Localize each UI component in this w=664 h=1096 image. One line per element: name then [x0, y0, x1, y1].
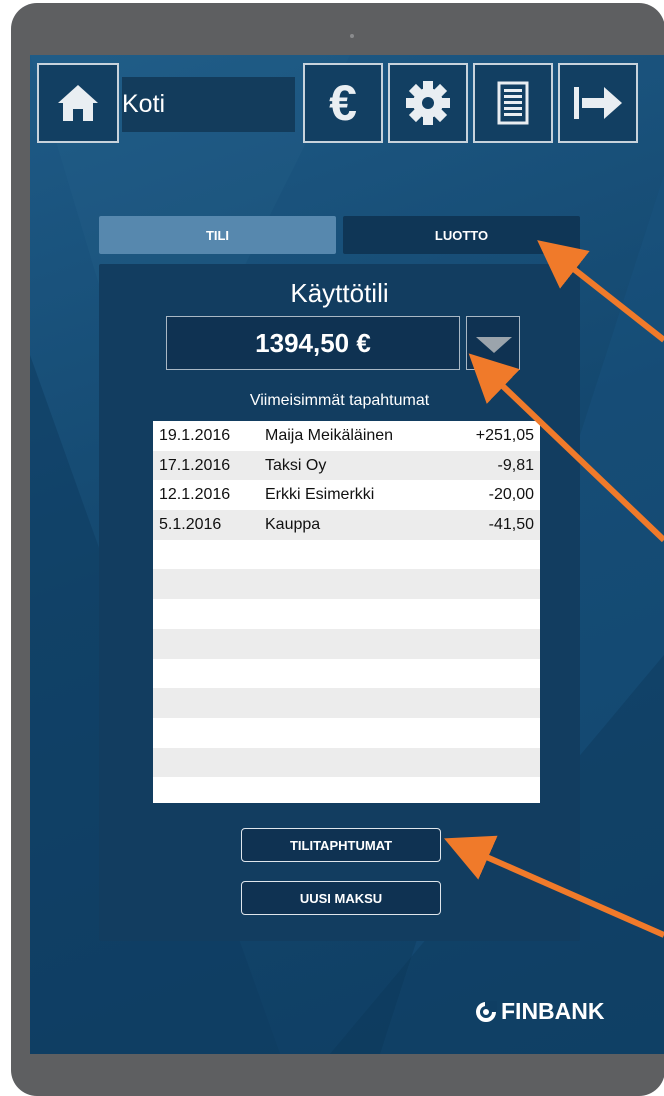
finance-button[interactable]: € — [303, 63, 383, 143]
table-row[interactable]: 5.1.2016 Kauppa -41,50 — [153, 510, 540, 540]
brand-name: FINBANK — [501, 998, 605, 1024]
table-row-empty — [153, 777, 540, 803]
logout-button[interactable] — [558, 63, 638, 143]
tx-date: 12.1.2016 — [159, 486, 231, 504]
table-row-empty — [153, 747, 540, 778]
tx-date: 19.1.2016 — [159, 426, 231, 444]
new-payment-button[interactable]: UUSI MAKSU — [241, 881, 441, 915]
app-screen: Koti € TILI LUOTTO Käyttötili 1394,50 € … — [30, 55, 664, 1054]
table-row[interactable]: 19.1.2016 Maija Meikäläinen +251,05 — [153, 421, 540, 451]
tab-tili[interactable]: TILI — [99, 216, 336, 254]
settings-button[interactable] — [388, 63, 468, 143]
tab-tili-label: TILI — [205, 227, 230, 243]
tx-date: 17.1.2016 — [159, 456, 231, 474]
tx-name: Maija Meikäläinen — [265, 426, 394, 444]
account-name: Käyttötili — [290, 278, 389, 308]
home-button[interactable] — [37, 63, 119, 143]
logout-icon — [574, 87, 622, 119]
tx-date: 5.1.2016 — [159, 515, 222, 533]
chevron-down-icon — [476, 337, 512, 353]
documents-button[interactable] — [473, 63, 553, 143]
page-title-text: Koti — [122, 90, 166, 118]
page-title: Koti — [122, 77, 295, 132]
home-icon — [58, 85, 98, 121]
table-row-empty — [153, 718, 540, 748]
tx-name: Taksi Oy — [265, 456, 327, 474]
table-row[interactable]: 12.1.2016 Erkki Esimerkki -20,00 — [153, 480, 540, 510]
gear-icon — [406, 81, 450, 125]
tx-amount: -20,00 — [488, 486, 534, 504]
table-row-empty — [153, 599, 540, 629]
table-row-empty — [153, 540, 540, 570]
tab-luotto[interactable]: LUOTTO — [343, 216, 580, 254]
table-row-empty — [153, 688, 540, 718]
account-select-button[interactable] — [466, 316, 520, 370]
transactions-button-label: TILITAPHTUMAT — [289, 837, 393, 853]
brand-logo: FINBANK — [475, 998, 605, 1025]
account-balance: 1394,50 € — [166, 316, 460, 370]
table-row[interactable]: 17.1.2016 Taksi Oy -9,81 — [153, 450, 540, 481]
table-row-empty — [153, 628, 540, 659]
account-panel: Käyttötili 1394,50 € Viimeisimmät tapaht… — [99, 264, 580, 941]
account-balance-value: 1394,50 € — [255, 327, 371, 358]
document-icon — [497, 81, 529, 125]
tx-name: Kauppa — [265, 515, 321, 533]
tx-amount: -9,81 — [497, 456, 534, 474]
tab-luotto-label: LUOTTO — [434, 227, 489, 243]
transactions-table: 19.1.2016 Maija Meikäläinen +251,05 17.1… — [153, 421, 540, 803]
finbank-logo-icon — [476, 1000, 497, 1022]
table-row-empty — [153, 569, 540, 600]
transactions-button[interactable]: TILITAPHTUMAT — [241, 828, 441, 862]
camera-dot — [350, 34, 354, 38]
recent-transactions-title: Viimeisimmät tapahtumat — [249, 392, 430, 409]
tx-amount: +251,05 — [475, 426, 534, 444]
new-payment-button-label: UUSI MAKSU — [299, 890, 383, 906]
table-row-empty — [153, 659, 540, 689]
tx-amount: -41,50 — [488, 515, 534, 533]
euro-icon: € — [329, 75, 357, 131]
tx-name: Erkki Esimerkki — [265, 486, 375, 504]
